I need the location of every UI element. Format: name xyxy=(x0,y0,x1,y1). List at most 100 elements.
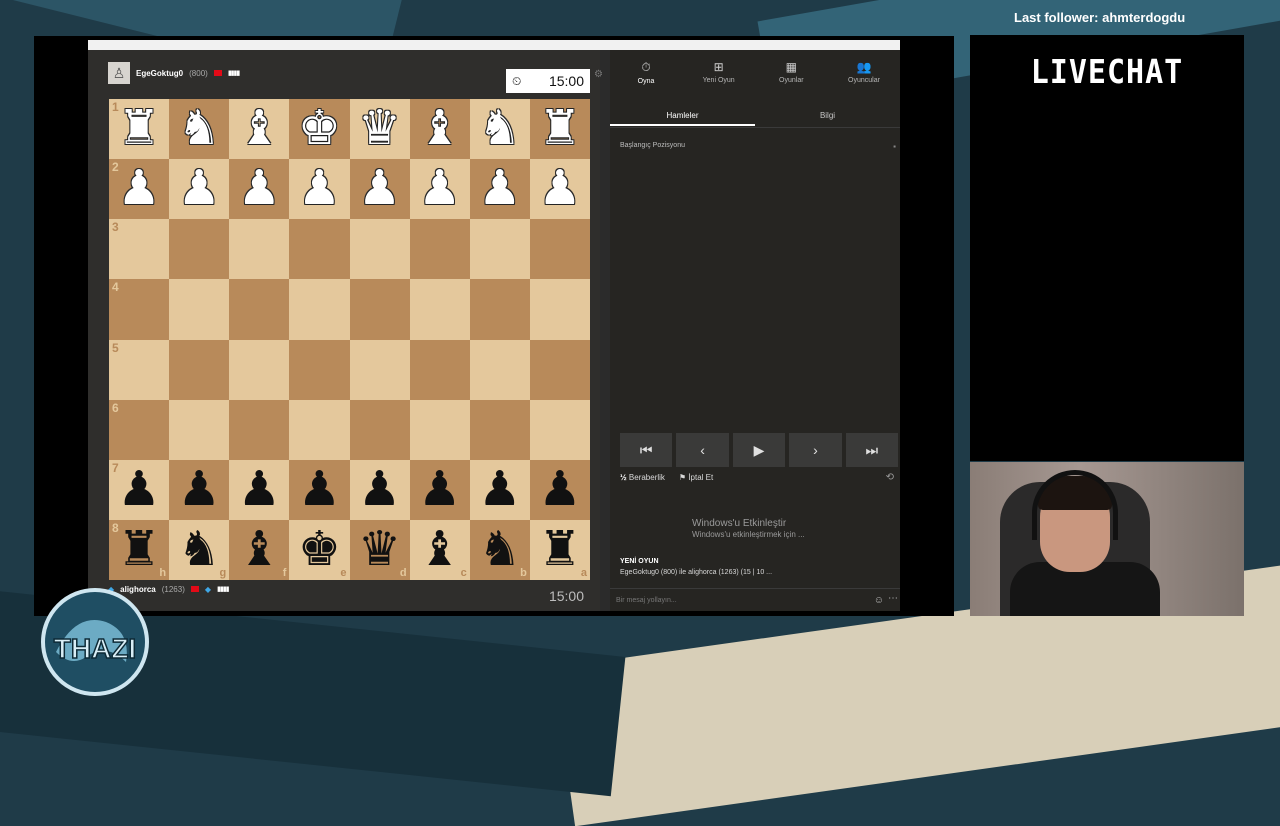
board-square[interactable] xyxy=(409,219,470,280)
board-square[interactable]: ♝ xyxy=(229,99,290,160)
board-square[interactable]: ♟ xyxy=(169,459,230,520)
board-square[interactable]: 6 xyxy=(109,399,170,460)
board-square[interactable]: ♟ xyxy=(529,459,590,520)
board-square[interactable]: 5 xyxy=(109,339,170,400)
play-button[interactable]: ▶ xyxy=(732,433,786,467)
board-square[interactable] xyxy=(289,279,350,340)
black-piece[interactable]: ♟ xyxy=(418,465,461,514)
tab-moves[interactable]: Hamleler xyxy=(610,108,755,126)
white-piece[interactable]: ♛ xyxy=(358,105,401,153)
board-square[interactable] xyxy=(469,219,530,280)
board-square[interactable]: ♟ xyxy=(229,159,290,220)
board-square[interactable]: ♟ xyxy=(349,459,410,520)
white-piece[interactable]: ♞ xyxy=(178,105,221,153)
board-square[interactable] xyxy=(229,339,290,400)
black-piece[interactable]: ♟ xyxy=(478,465,521,514)
black-piece[interactable]: ♟ xyxy=(238,465,281,514)
board-square[interactable]: 8 h ♜ xyxy=(109,519,170,580)
board-square[interactable]: b ♞ xyxy=(469,519,530,580)
white-piece[interactable]: ♟ xyxy=(538,165,581,213)
white-piece[interactable]: ♝ xyxy=(238,105,281,153)
white-piece[interactable]: ♜ xyxy=(118,105,161,153)
white-piece[interactable]: ♟ xyxy=(298,165,341,213)
board-square[interactable]: c ♝ xyxy=(409,519,470,580)
board-square[interactable]: ♟ xyxy=(469,459,530,520)
start-position-label[interactable]: Başlangıç Pozisyonu xyxy=(620,142,685,149)
board-square[interactable]: ♚ xyxy=(289,99,350,160)
black-piece[interactable]: ♟ xyxy=(178,465,221,514)
board-square[interactable] xyxy=(469,339,530,400)
tab-info[interactable]: Bilgi xyxy=(755,108,900,126)
chat-input-area[interactable]: Bir mesaj yollayın... ☺ ⋯ xyxy=(610,588,900,612)
board-square[interactable] xyxy=(169,279,230,340)
board-square[interactable]: f ♝ xyxy=(229,519,290,580)
board-square[interactable] xyxy=(529,279,590,340)
white-piece[interactable]: ♞ xyxy=(478,105,521,153)
next-move-button[interactable]: › xyxy=(789,433,842,467)
board-square[interactable]: ♟ xyxy=(169,159,230,220)
board-square[interactable]: 2 ♟ xyxy=(109,159,170,220)
first-move-button[interactable]: ⏮ xyxy=(620,433,673,467)
board-square[interactable] xyxy=(169,339,230,400)
board-square[interactable] xyxy=(289,399,350,460)
board-square[interactable] xyxy=(169,399,230,460)
settings-icon[interactable]: ⚙ xyxy=(594,69,603,80)
nav-games[interactable]: ▦ Oyunlar xyxy=(763,60,819,94)
board-square[interactable] xyxy=(229,219,290,280)
board-square[interactable]: ♞ xyxy=(169,99,230,160)
board-square[interactable]: ♟ xyxy=(469,159,530,220)
black-piece[interactable]: ♚ xyxy=(298,525,341,574)
board-square[interactable] xyxy=(409,399,470,460)
white-piece[interactable]: ♟ xyxy=(118,165,161,213)
board-square[interactable]: ♜ xyxy=(529,99,590,160)
abort-button[interactable]: ⚑ İptal Et xyxy=(679,473,713,482)
board-square[interactable]: ♟ xyxy=(289,159,350,220)
board-square[interactable] xyxy=(529,219,590,280)
chat-input[interactable]: Bir mesaj yollayın... xyxy=(616,597,677,604)
more-icon[interactable]: ⋯ xyxy=(888,593,898,604)
board-square[interactable]: ♞ xyxy=(469,99,530,160)
board-square[interactable]: ♟ xyxy=(229,459,290,520)
board-square[interactable] xyxy=(229,399,290,460)
board-square[interactable]: ♟ xyxy=(349,159,410,220)
board-square[interactable]: e ♚ xyxy=(289,519,350,580)
board-square[interactable] xyxy=(349,399,410,460)
white-piece[interactable]: ♟ xyxy=(238,165,281,213)
black-piece[interactable]: ♞ xyxy=(478,525,521,574)
white-piece[interactable]: ♟ xyxy=(178,165,221,213)
board-square[interactable] xyxy=(349,279,410,340)
black-piece[interactable]: ♜ xyxy=(118,525,161,574)
nav-play[interactable]: ⏱ Oyna xyxy=(618,60,674,94)
board-square[interactable] xyxy=(469,399,530,460)
board-square[interactable] xyxy=(169,219,230,280)
chess-board[interactable]: 1 ♜ ♞ ♝ ♚ ♛ ♝ ♞ ♜ 2 ♟ ♟ ♟ ♟ ♟ ♟ ♟ ♟ 3 4 5 6 7 ♟ ♟ ♟ ♟ ♟ ♟ ♟ ♟ 8 h ♜ g ♞ f ♝ e ♚… xyxy=(109,99,590,580)
board-square[interactable] xyxy=(409,279,470,340)
board-square[interactable] xyxy=(529,399,590,460)
black-piece[interactable]: ♟ xyxy=(538,465,581,514)
black-piece[interactable]: ♞ xyxy=(178,525,221,574)
white-piece[interactable]: ♚ xyxy=(298,105,341,153)
board-square[interactable] xyxy=(349,219,410,280)
board-square[interactable] xyxy=(349,339,410,400)
white-piece[interactable]: ♟ xyxy=(418,165,461,213)
black-piece[interactable]: ♟ xyxy=(118,465,161,514)
board-square[interactable]: a ♜ xyxy=(529,519,590,580)
board-square[interactable] xyxy=(529,339,590,400)
white-piece[interactable]: ♟ xyxy=(478,165,521,213)
black-piece[interactable]: ♟ xyxy=(298,465,341,514)
flip-board-icon[interactable]: ⟲ xyxy=(886,472,894,483)
black-piece[interactable]: ♛ xyxy=(358,525,401,574)
white-piece[interactable]: ♜ xyxy=(538,105,581,153)
board-square[interactable]: 1 ♜ xyxy=(109,99,170,160)
board-square[interactable]: 4 xyxy=(109,279,170,340)
black-piece[interactable]: ♝ xyxy=(418,525,461,574)
board-square[interactable]: ♟ xyxy=(529,159,590,220)
white-piece[interactable]: ♟ xyxy=(358,165,401,213)
board-square[interactable]: ♛ xyxy=(349,99,410,160)
board-square[interactable] xyxy=(409,339,470,400)
board-square[interactable]: ♟ xyxy=(409,459,470,520)
draw-button[interactable]: ½ Beraberlik xyxy=(620,473,665,482)
black-piece[interactable]: ♜ xyxy=(538,525,581,574)
board-square[interactable]: ♝ xyxy=(409,99,470,160)
board-square[interactable]: ♟ xyxy=(409,159,470,220)
